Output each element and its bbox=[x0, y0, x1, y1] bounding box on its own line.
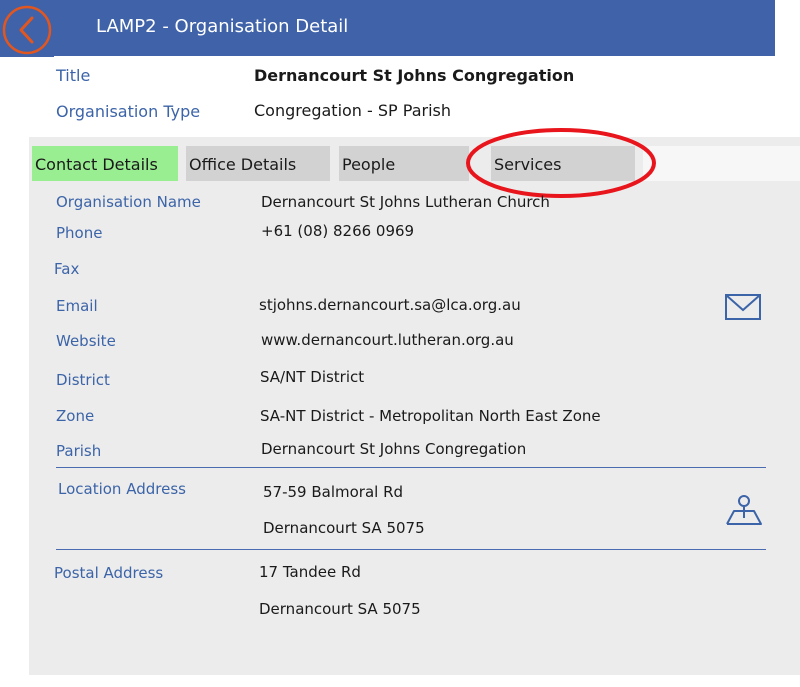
postal-address-line2: Dernancourt SA 5075 bbox=[259, 600, 421, 618]
organisation-type-value: Congregation - SP Parish bbox=[254, 101, 452, 120]
section-divider bbox=[56, 467, 766, 468]
chevron-left-icon bbox=[2, 5, 52, 55]
highlight-circle-annotation bbox=[466, 128, 656, 198]
tab-office-details[interactable]: Office Details bbox=[186, 146, 330, 181]
website-label: Website bbox=[56, 332, 116, 350]
postal-address-label: Postal Address bbox=[54, 564, 164, 582]
parish-label: Parish bbox=[56, 442, 102, 460]
envelope-icon[interactable] bbox=[724, 293, 762, 325]
parish-value: Dernancourt St Johns Congregation bbox=[261, 440, 527, 458]
phone-value: +61 (08) 8266 0969 bbox=[261, 222, 415, 240]
district-value: SA/NT District bbox=[260, 368, 365, 386]
zone-value: SA-NT District - Metropolitan North East… bbox=[260, 407, 601, 425]
location-address-line1: 57-59 Balmoral Rd bbox=[263, 483, 404, 501]
page-title: LAMP2 - Organisation Detail bbox=[96, 16, 349, 37]
location-address-label: Location Address bbox=[58, 480, 186, 498]
back-button[interactable] bbox=[0, 3, 54, 57]
organisation-name-value: Dernancourt St Johns Lutheran Church bbox=[261, 193, 550, 211]
tab-people[interactable]: People bbox=[339, 146, 469, 181]
organisation-type-label: Organisation Type bbox=[56, 102, 201, 121]
map-location-icon[interactable] bbox=[725, 492, 763, 530]
phone-label: Phone bbox=[56, 224, 103, 242]
website-value: www.dernancourt.lutheran.org.au bbox=[261, 331, 514, 349]
fax-label: Fax bbox=[54, 260, 80, 278]
postal-address-line1: 17 Tandee Rd bbox=[259, 563, 361, 581]
location-address-line2: Dernancourt SA 5075 bbox=[263, 519, 425, 537]
section-divider bbox=[56, 549, 766, 550]
title-label: Title bbox=[56, 66, 91, 85]
district-label: District bbox=[56, 371, 110, 389]
title-value: Dernancourt St Johns Congregation bbox=[254, 66, 575, 85]
email-value: stjohns.dernancourt.sa@lca.org.au bbox=[259, 296, 521, 314]
zone-label: Zone bbox=[56, 407, 95, 425]
tab-strip-filler bbox=[643, 146, 800, 181]
tab-contact-details[interactable]: Contact Details bbox=[32, 146, 178, 181]
detail-panel bbox=[29, 137, 800, 675]
email-label: Email bbox=[56, 297, 98, 315]
organisation-name-label: Organisation Name bbox=[56, 193, 201, 211]
